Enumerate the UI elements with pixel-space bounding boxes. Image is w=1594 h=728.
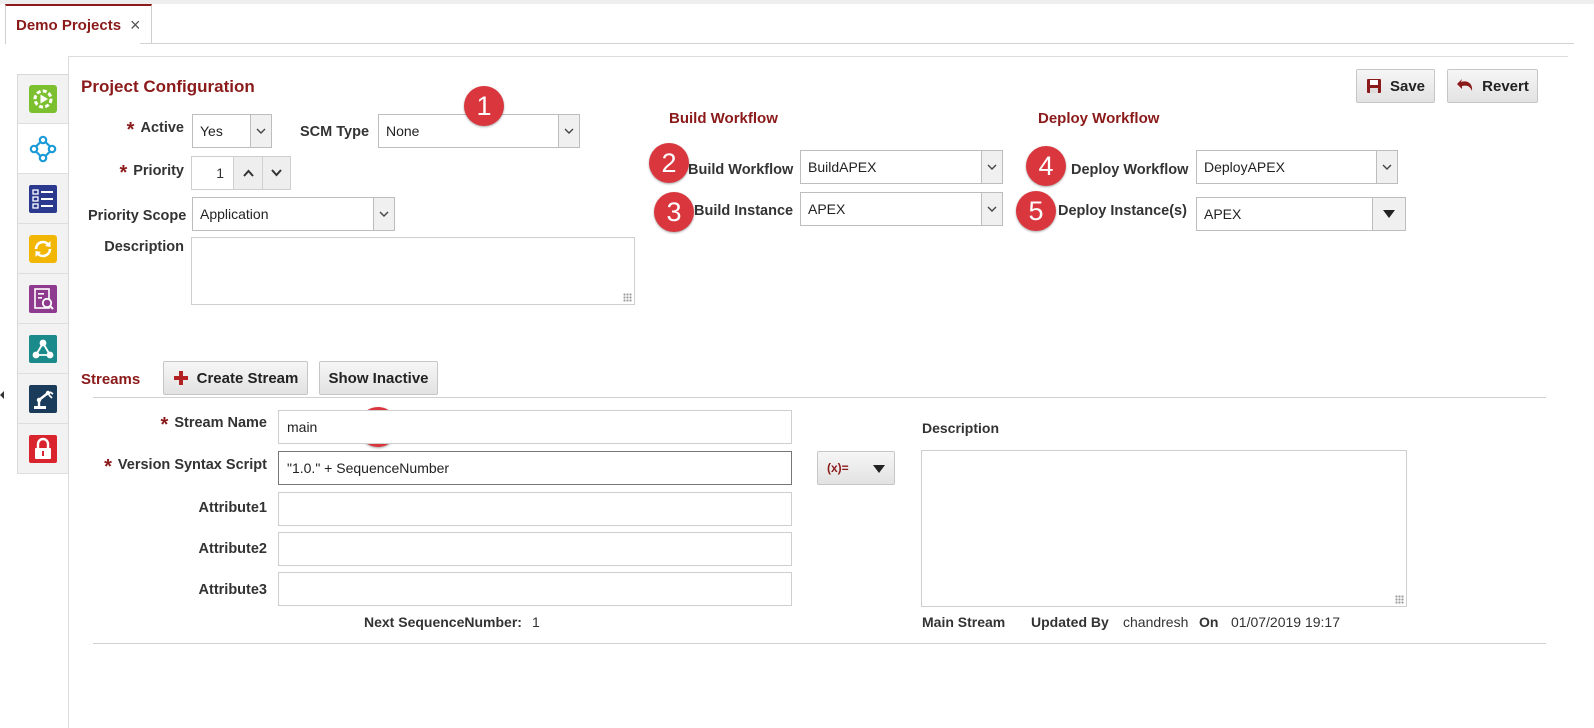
stream-name-input[interactable]: main: [278, 410, 792, 444]
robot-arm-icon: [29, 384, 57, 413]
streams-divider-top: [93, 397, 1546, 398]
build-workflow-title: Build Workflow: [669, 110, 778, 127]
updated-on-value: 01/07/2019 19:17: [1231, 614, 1340, 630]
tab-divider: [140, 43, 1574, 44]
chevron-down-icon: [250, 115, 271, 147]
report-icon: [29, 284, 57, 313]
sidebar-item-share-nodes[interactable]: [18, 324, 68, 374]
save-button[interactable]: Save: [1356, 69, 1435, 103]
active-label: * Active: [126, 119, 184, 141]
priority-stepper[interactable]: 1: [191, 156, 291, 190]
on-label: On: [1199, 614, 1219, 630]
sync-icon: [29, 234, 57, 263]
decrement-button[interactable]: [262, 157, 290, 189]
page-title: Project Configuration: [81, 77, 255, 96]
sidebar-item-list[interactable]: [18, 174, 68, 224]
attribute2-label: Attribute2: [198, 541, 267, 557]
scm-type-label: SCM Type: [300, 124, 370, 140]
updated-by-label: Updated By: [1031, 614, 1109, 630]
chevron-down-icon: [981, 193, 1002, 225]
main-stream-label: Main Stream: [922, 614, 1006, 630]
callout-badge-3: 3: [654, 192, 694, 232]
sidebar-item-network[interactable]: [18, 124, 68, 174]
stream-description-label: Description: [922, 420, 1000, 436]
tab-title: Demo Projects: [16, 16, 122, 34]
priority-scope-select[interactable]: Application: [192, 197, 395, 231]
network-icon: [29, 135, 57, 162]
callout-badge-1: 1: [464, 86, 504, 126]
deploy-instances-select[interactable]: APEX: [1196, 197, 1406, 231]
callout-badge-2: 2: [649, 143, 689, 183]
plus-icon: [173, 371, 188, 385]
resize-grip-icon[interactable]: [1395, 595, 1404, 604]
streams-divider-bottom: [93, 643, 1546, 644]
sidebar-item-lock[interactable]: [18, 424, 68, 474]
function-icon: (x)=: [827, 461, 849, 475]
sidebar-item-play-gear[interactable]: [18, 74, 68, 124]
top-border: [0, 0, 1594, 4]
play-gear-icon: [29, 84, 57, 113]
stream-description-textarea[interactable]: [921, 450, 1407, 607]
attribute3-input[interactable]: [278, 572, 792, 606]
revert-button[interactable]: Revert: [1447, 69, 1538, 103]
deploy-workflow-select[interactable]: DeployAPEX: [1196, 150, 1398, 184]
description-textarea[interactable]: [191, 237, 635, 305]
active-select[interactable]: Yes: [192, 114, 272, 148]
chevron-down-icon: [373, 198, 394, 230]
priority-value: 1: [216, 165, 224, 181]
build-instance-select[interactable]: APEX: [800, 192, 1003, 226]
build-instance-label: Build Instance: [694, 203, 794, 219]
version-syntax-label: * Version Syntax Script: [104, 456, 267, 478]
chevron-down-icon: [558, 115, 579, 147]
sidebar-item-report[interactable]: [18, 274, 68, 324]
chevron-down-icon: [271, 169, 282, 177]
revert-label: Revert: [1482, 77, 1529, 95]
caret-down-icon: [1372, 198, 1405, 230]
priority-label: * Priority: [119, 162, 184, 184]
collapse-arrow-icon[interactable]: [0, 391, 4, 399]
updated-by-value: chandresh: [1123, 614, 1189, 630]
build-workflow-select[interactable]: BuildAPEX: [800, 150, 1003, 184]
close-icon[interactable]: ×: [130, 15, 141, 36]
stream-name-label: * Stream Name: [160, 414, 267, 436]
increment-button[interactable]: [233, 157, 262, 189]
deploy-instances-label: Deploy Instance(s): [1058, 203, 1187, 219]
caret-down-icon: [873, 465, 885, 473]
deploy-workflow-title: Deploy Workflow: [1038, 110, 1160, 127]
share-nodes-icon: [29, 334, 57, 363]
streams-title: Streams: [81, 371, 141, 388]
sidebar-item-sync[interactable]: [18, 224, 68, 274]
revert-icon: [1457, 79, 1473, 91]
build-workflow-label: Build Workflow: [688, 162, 794, 178]
chevron-down-icon: [1376, 151, 1397, 183]
show-inactive-label: Show Inactive: [328, 369, 429, 387]
resize-grip-icon[interactable]: [623, 293, 632, 302]
deploy-workflow-label: Deploy Workflow: [1071, 162, 1189, 178]
version-syntax-input[interactable]: "1.0." + SequenceNumber: [278, 451, 792, 485]
attribute1-input[interactable]: [278, 492, 792, 526]
list-icon: [29, 184, 57, 213]
attribute3-label: Attribute3: [198, 582, 267, 598]
tab-demo-projects[interactable]: Demo Projects ×: [5, 4, 152, 44]
priority-scope-label: Priority Scope: [88, 208, 187, 224]
description-label: Description: [104, 239, 184, 255]
attribute2-input[interactable]: [278, 532, 792, 566]
create-stream-button[interactable]: Create Stream: [163, 361, 308, 395]
chevron-down-icon: [981, 151, 1002, 183]
callout-badge-5: 5: [1016, 191, 1056, 231]
save-icon: [1366, 79, 1381, 93]
lock-icon: [29, 434, 57, 463]
expression-menu-button[interactable]: (x)=: [817, 451, 895, 485]
next-sequence-label: Next SequenceNumber:: [364, 614, 522, 630]
save-label: Save: [1389, 77, 1426, 95]
create-stream-label: Create Stream: [196, 369, 299, 387]
chevron-up-icon: [242, 169, 254, 177]
attribute1-label: Attribute1: [198, 500, 267, 516]
next-sequence-value: 1: [532, 614, 540, 630]
callout-badge-4: 4: [1026, 146, 1066, 186]
show-inactive-button[interactable]: Show Inactive: [319, 361, 438, 395]
sidebar-item-robot-arm[interactable]: [18, 374, 68, 424]
